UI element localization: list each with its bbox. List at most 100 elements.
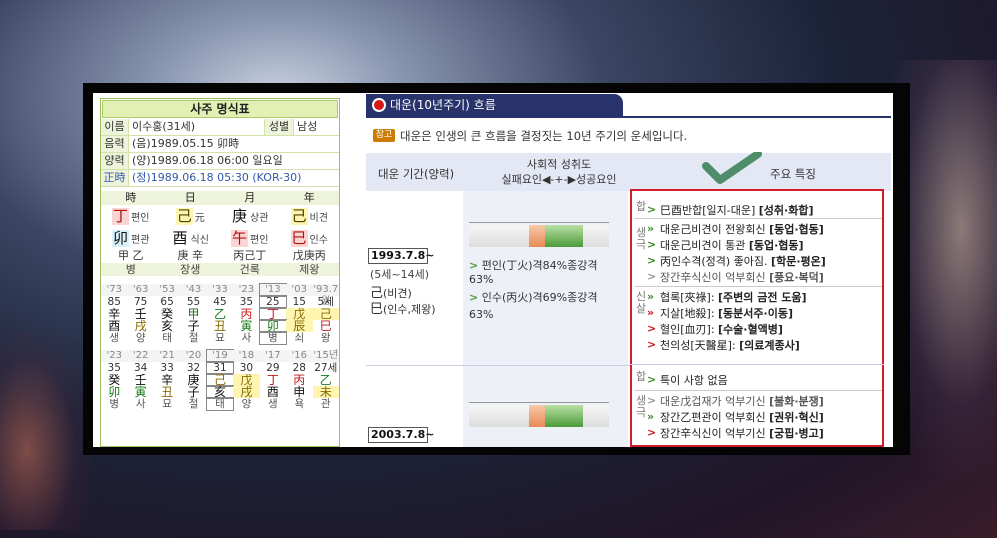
branch-day: 酉 <box>171 228 189 247</box>
pillar-header-year: 年 <box>303 191 315 204</box>
checkmark-icon <box>702 152 762 184</box>
stem-day-god: 元 <box>194 212 205 224</box>
feature-5: 장간辛식신이 억부회신 [풍요·복덕] <box>660 269 824 285</box>
name-row: 이름 이수홍(31세) 성별 남성 <box>101 119 339 136</box>
luck_grid_1-years-cell: '93.7월 <box>312 284 339 307</box>
luck_grid_1-branches-row: 酉戌亥子丑寅卯辰巳 <box>101 319 339 333</box>
stage-month: 건록 <box>239 263 260 276</box>
period-1-age: (5세~14세) <box>370 268 430 281</box>
bar-1-text-1: > 편인(丁火)격84%종강격 <box>469 259 598 272</box>
green-double-arrow-icon: » <box>647 290 655 303</box>
feature-4: 丙인수격(정격) 좋아짐. [학문·평온] <box>660 253 826 269</box>
bar-2-top-line <box>469 402 609 403</box>
luck_grid_2-branches-row: 卯寅丑子亥戌酉申未 <box>101 385 339 399</box>
luck_grid_2-stages-cell: 병 <box>109 398 120 410</box>
luck_grid_2-branches-cell: 戌 <box>233 386 260 398</box>
daewoon-description: 대운은 인생의 큰 흐름을 결정짓는 10년 주기의 운세입니다. <box>400 129 688 143</box>
red-arrow-icon: > <box>647 426 657 439</box>
correct-time-label: 正時 <box>101 170 129 186</box>
daewoon-tab[interactable]: 대운(10년주기) 흐름 <box>366 94 623 116</box>
pillar-header-hour: 時 <box>125 191 137 204</box>
luck_grid_1-years-cell: '63 <box>127 284 154 296</box>
feature-1-tag: [성취·화합] <box>758 204 814 217</box>
luck_grid_1-years-cell: '73 <box>101 284 128 296</box>
tab-underline <box>366 116 891 118</box>
luck_grid_1-branches-cell: 巳 <box>319 319 332 333</box>
gender-value: 남성 <box>297 120 318 133</box>
luck-grid-1: '73'63'53'43'33'23'13'03'93.7월 85 75 65 55 45… <box>101 283 339 345</box>
background-glow-left <box>0 330 90 530</box>
daewoon-panel: 대운(10년주기) 흐름 참고 대운은 인생의 큰 흐름을 결정짓는 10년 주… <box>363 93 893 447</box>
luck_grid_2-years-cell: '20 <box>180 350 207 362</box>
branch-hour: 卯 <box>112 228 130 247</box>
twelve-stages-row: 병 장생 건록 제왕 <box>101 263 339 276</box>
reference-badge: 참고 <box>373 129 395 142</box>
luck_grid_1-stages-cell: 쇠 <box>294 332 305 344</box>
luck_grid_2-branches-cell: 寅 <box>134 385 147 399</box>
luck_grid_1-stages-cell: 절 <box>188 332 199 344</box>
stem-hour-god: 편인 <box>131 212 150 224</box>
luck_grid_2-years-row: '23'22'21'20'19'18'17'16'15년 <box>101 349 339 363</box>
luck_grid_1-branches-cell: 戌 <box>134 319 147 333</box>
feature-2: 대운己비견이 전왕회신 [동업·협동] <box>660 221 824 237</box>
solar-value: (양)1989.06.18 06:00 일요일 <box>132 154 283 167</box>
luck_grid_1-years-cell: '53 <box>153 284 181 296</box>
feature-6: 협록[夾祿]: [주변의 금전 도움] <box>660 289 807 305</box>
green-double-arrow-icon: » <box>647 410 655 423</box>
luck_grid_2-branches-cell: 酉 <box>266 385 279 399</box>
luck_grid_1-stages-cell: 병 <box>258 331 288 345</box>
luck_grid_2-branches-cell: 申 <box>293 385 306 399</box>
feature-8: 혈인[血刃]: [수술·혈액병] <box>660 321 783 337</box>
solar-row: 양력 (양)1989.06.18 06:00 일요일 <box>101 153 339 170</box>
luck_grid_1-stages-cell: 태 <box>162 332 172 344</box>
col-period-header: 대운 기간(양력) <box>378 167 455 181</box>
luck_grid_2-years-cell: '23 <box>101 350 128 362</box>
feature-7-text: 지살[地殺]: <box>660 307 719 320</box>
luck_grid_1-branches-cell: 寅 <box>240 319 253 333</box>
bar-1-text-2-value: 인수(丙火)격69%종강격 <box>481 291 598 304</box>
luck_grid_2-stages-cell: 욕 <box>294 398 305 410</box>
stem-month-god: 상관 <box>250 212 269 224</box>
col-features-header: 주요 특징 <box>770 167 816 181</box>
luck_grid_2-years-cell: '22 <box>127 350 154 362</box>
branch-month: 午 <box>231 228 249 247</box>
achievement-bars: > 편인(丁火)격84%종강격 63% > 인수(丙火)격69%종강격 63% <box>463 191 628 447</box>
achievement-header-line1: 사회적 성취도 <box>526 158 592 171</box>
branch-year-god: 인수 <box>309 234 328 246</box>
luck_grid_2-years-cell: '18 <box>233 350 260 362</box>
red-arrow-icon: > <box>647 322 657 335</box>
red-arrow-icon: > <box>647 338 657 351</box>
table-header: 대운 기간(양력) 사회적 성취도 실패요인◀-+-▶성공요인 주요 특징 <box>366 153 891 191</box>
bar-1-text-1-value: 편인(丁火)격84%종강격 <box>481 259 598 272</box>
section-label-saeng-2: 생극 <box>635 394 647 419</box>
feature-3-text: 대운己비견이 통관 <box>660 239 749 252</box>
luck_grid_2-years-cell: '21 <box>153 350 181 362</box>
feature-6-tag: [주변의 금전 도움] <box>718 291 807 304</box>
solar-label: 양력 <box>101 153 129 169</box>
luck_grid_1-stages-cell: 묘 <box>215 332 225 344</box>
branch-year: 巳 <box>290 228 308 247</box>
luck_grid_2-stages-cell: 양 <box>241 398 252 410</box>
feature-12-text: 장간乙편관이 억부회신 <box>660 411 770 424</box>
name-label: 이름 <box>101 119 129 135</box>
green-double-arrow-icon: » <box>647 222 655 235</box>
bar-1-text-2: > 인수(丙火)격69%종강격 <box>469 291 598 304</box>
pillar-header-month: 月 <box>244 191 256 204</box>
hidden-stems-hour: 甲 乙 <box>118 249 144 262</box>
period-column: 1993.7.8~ (5세~14세) 己(비견) 巳(인수,제왕) 2003.7… <box>366 191 461 447</box>
feature-13: 장간辛식신이 억부기신 [궁핍·병고] <box>660 425 824 441</box>
bar-1-pct-1: 63% <box>469 273 494 286</box>
stage-hour: 병 <box>125 263 136 276</box>
achievement-header-line2: 실패요인◀-+-▶성공요인 <box>501 173 617 186</box>
feature-12: 장간乙편관이 억부회신 [권위·혁신] <box>660 409 824 425</box>
achievement-bar-2 <box>469 405 609 427</box>
luck_grid_1-years-cell: '13 <box>258 283 288 297</box>
green-arrow-icon: > <box>647 254 657 267</box>
luck_grid_1-stages-row: 생 양 태 절 묘 사병쇠 왕 <box>101 331 339 345</box>
correct-time-row: 正時 (정)1989.06.18 05:30 (KOR-30) <box>101 170 339 187</box>
feature-2-text: 대운己비견이 전왕회신 <box>660 223 770 236</box>
period-1-branch-note: (인수,제왕) <box>383 303 436 316</box>
luck_grid_1-years-cell: '43 <box>180 284 207 296</box>
luck_grid_2-years-cell: '15년 <box>312 350 339 362</box>
feature-1-text: 巳酉반합[일지-대운] <box>660 204 759 217</box>
